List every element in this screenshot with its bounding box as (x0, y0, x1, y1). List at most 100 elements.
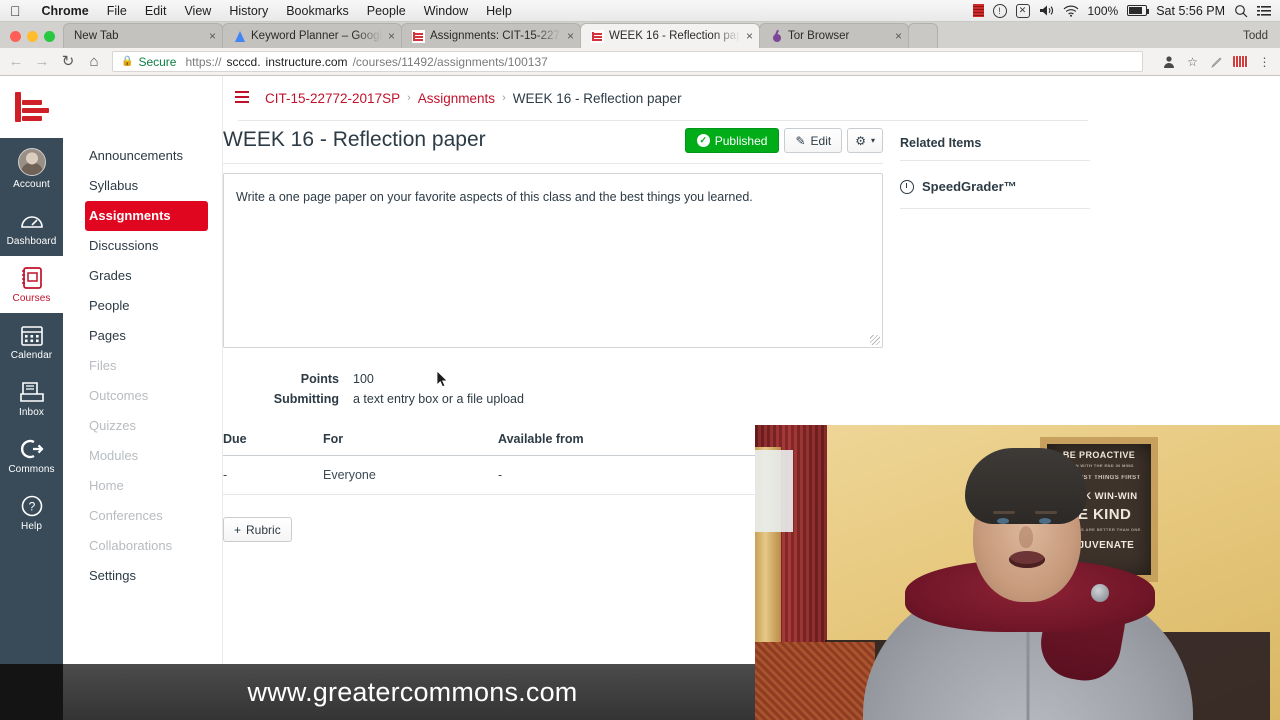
menu-item-history[interactable]: History (220, 4, 277, 18)
back-button[interactable]: ← (8, 54, 24, 69)
submitting-value: a text entry box or a file upload (353, 392, 524, 406)
macos-menu-bar:  Chrome File Edit View History Bookmark… (0, 0, 1280, 22)
screenshot-root:  Chrome File Edit View History Bookmark… (0, 0, 1280, 720)
course-nav-item-pages[interactable]: Pages (63, 321, 222, 351)
menu-item-people[interactable]: People (358, 4, 415, 18)
highlighter-icon[interactable] (1209, 54, 1224, 69)
course-nav-item-outcomes[interactable]: Outcomes (63, 381, 222, 411)
address-bar[interactable]: 🔒 Secure https:// scccd. instructure.com/c… (112, 51, 1143, 72)
apple-icon[interactable]:  (0, 4, 33, 18)
home-button[interactable]: ⌂ (86, 54, 102, 69)
minimize-window-button[interactable] (27, 31, 38, 42)
chrome-menu-icon[interactable]: ⋮ (1257, 54, 1272, 69)
global-nav-item-inbox[interactable]: Inbox (0, 370, 63, 427)
add-rubric-button[interactable]: + Rubric (223, 517, 292, 542)
tor-icon (770, 30, 783, 43)
browser-tab-keyword-planner[interactable]: Keyword Planner – Google Ad × (222, 23, 402, 48)
battery-icon[interactable] (1127, 5, 1150, 16)
browser-tab-tor-browser[interactable]: Tor Browser × (759, 23, 909, 48)
tab-title: Tor Browser (788, 30, 850, 42)
course-nav-item-assignments[interactable]: Assignments (85, 201, 208, 231)
breadcrumb-assignments[interactable]: Assignments (418, 91, 495, 106)
menu-item-file[interactable]: File (98, 4, 136, 18)
browser-tab-assignments[interactable]: Assignments: CIT-15-22772-2 × (401, 23, 581, 48)
global-nav-item-courses[interactable]: Courses (0, 256, 63, 313)
menu-item-window[interactable]: Window (415, 4, 477, 18)
close-icon[interactable]: × (209, 30, 216, 42)
course-nav-item-discussions[interactable]: Discussions (63, 231, 222, 261)
bottom-url-banner: www.greatercommons.com (0, 664, 755, 720)
menu-item-view[interactable]: View (175, 4, 220, 18)
spotlight-search-icon[interactable] (1234, 4, 1248, 18)
warning-circle-icon[interactable]: ! (992, 3, 1007, 18)
browser-tab-week16[interactable]: WEEK 16 - Reflection paper × (580, 23, 760, 48)
course-nav-item-announcements[interactable]: Announcements (63, 141, 222, 171)
global-nav-label: Calendar (10, 350, 53, 361)
close-icon[interactable]: × (567, 30, 574, 42)
global-nav-item-dashboard[interactable]: Dashboard (0, 199, 63, 256)
course-nav-item-files[interactable]: Files (63, 351, 222, 381)
title-divider (223, 163, 883, 164)
close-icon[interactable]: × (746, 30, 753, 42)
menu-item-bookmarks[interactable]: Bookmarks (277, 4, 358, 18)
close-icon[interactable]: × (388, 30, 395, 42)
breadcrumb-course[interactable]: CIT-15-22772-2017SP (265, 91, 400, 106)
assignment-description-box: Write a one page paper on your favorite … (223, 173, 883, 348)
red-extension-icon[interactable] (1233, 56, 1248, 67)
menu-item-edit[interactable]: Edit (136, 4, 176, 18)
assignment-settings-menu-button[interactable]: ⚙ ▾ (847, 128, 883, 153)
course-nav-item-settings[interactable]: Settings (63, 561, 222, 591)
new-tab-button[interactable] (908, 23, 938, 48)
global-navigation-sidebar: Account Dashboard Courses Calendar Inbox… (0, 76, 63, 720)
wifi-icon[interactable] (1063, 5, 1079, 17)
close-icon[interactable]: × (895, 30, 902, 42)
profile-name-label[interactable]: Todd (1243, 30, 1280, 48)
webcam-video-overlay[interactable]: BE PROACTIVE BEGIN WITH THE END IN MIND … (755, 425, 1280, 720)
bookmark-star-icon[interactable]: ☆ (1185, 54, 1200, 69)
course-nav-item-modules[interactable]: Modules (63, 441, 222, 471)
edit-button[interactable]: ✎ Edit (784, 128, 843, 153)
related-items-panel: Related Items SpeedGrader™ (900, 136, 1090, 209)
lock-icon: 🔒 (121, 56, 134, 67)
volume-icon[interactable] (1039, 4, 1054, 17)
forward-button[interactable]: → (34, 54, 50, 69)
extension-person-icon[interactable] (1161, 54, 1176, 69)
microphone (1091, 584, 1109, 602)
course-nav-item-quizzes[interactable]: Quizzes (63, 411, 222, 441)
hamburger-icon[interactable] (235, 90, 249, 106)
reload-button[interactable]: ↻ (60, 54, 76, 69)
menu-bar-clock[interactable]: Sat 5:56 PM (1156, 4, 1225, 18)
global-nav-item-commons[interactable]: Commons (0, 427, 63, 484)
global-nav-item-calendar[interactable]: Calendar (0, 313, 63, 370)
global-nav-item-account[interactable]: Account (0, 138, 63, 199)
submitting-label: Submitting (273, 392, 339, 406)
maximize-window-button[interactable] (44, 31, 55, 42)
course-nav-item-people[interactable]: People (63, 291, 222, 321)
points-label: Points (300, 372, 339, 386)
course-nav-item-conferences[interactable]: Conferences (63, 501, 222, 531)
course-nav-item-collaborations[interactable]: Collaborations (63, 531, 222, 561)
browser-tab-new-tab[interactable]: New Tab × (63, 23, 223, 48)
course-nav-item-home[interactable]: Home (63, 471, 222, 501)
breadcrumb: CIT-15-22772-2017SP › Assignments › WEEK… (223, 76, 1280, 120)
shield-x-icon[interactable]: ✕ (1015, 3, 1030, 18)
menu-item-help[interactable]: Help (477, 4, 521, 18)
global-nav-item-help[interactable]: ? Help (0, 484, 63, 541)
speedgrader-link[interactable]: SpeedGrader™ (900, 161, 1090, 209)
course-nav-item-grades[interactable]: Grades (63, 261, 222, 291)
published-status-button[interactable]: ✓ Published (684, 128, 780, 153)
menu-extra-red-icon[interactable] (972, 4, 984, 17)
close-window-button[interactable] (10, 31, 21, 42)
window-controls (4, 31, 63, 48)
menu-item-chrome[interactable]: Chrome (33, 4, 98, 18)
calendar-icon (20, 326, 43, 346)
course-nav-item-syllabus[interactable]: Syllabus (63, 171, 222, 201)
nose (1019, 526, 1033, 548)
resize-grip-icon[interactable] (870, 335, 880, 345)
eye-right (1039, 518, 1051, 524)
global-nav-label: Help (21, 521, 42, 532)
global-nav-label: Inbox (19, 407, 44, 418)
banner-url-text: www.greatercommons.com (247, 676, 578, 707)
fresno-city-college-logo[interactable] (0, 76, 63, 138)
notification-center-icon[interactable] (1257, 5, 1271, 17)
